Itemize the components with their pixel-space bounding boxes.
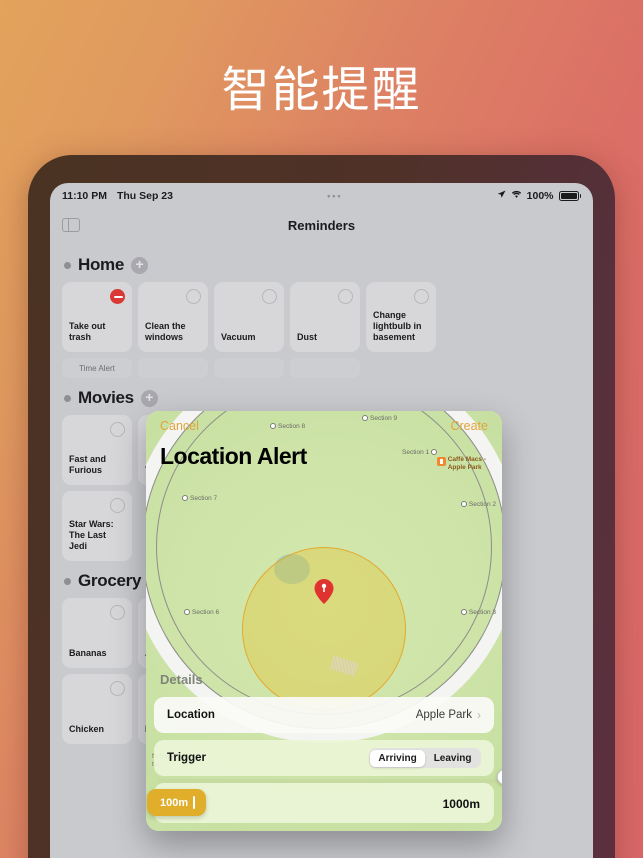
details-heading: Details xyxy=(160,672,203,687)
reminder-title: Bananas xyxy=(69,648,107,658)
reminder-card[interactable]: Star Wars: The Last Jedi xyxy=(62,491,132,561)
reminder-checkbox[interactable] xyxy=(414,289,429,304)
reminder-card[interactable]: Dust xyxy=(290,282,360,352)
page-heading: Reminders xyxy=(287,217,356,233)
reminder-title: Fast and Furious xyxy=(69,454,107,475)
page-title: 智能提醒 xyxy=(221,62,422,118)
reminder-card[interactable]: Vacuum xyxy=(214,282,284,352)
alert-button-row: Time Alert xyxy=(62,358,581,378)
status-time: 11:10 PM xyxy=(62,190,107,202)
location-label: Location xyxy=(167,709,215,721)
location-arrow-icon xyxy=(497,190,506,202)
reminder-title: Clean the windows xyxy=(145,321,186,342)
map-poi-section-2: Section 2 xyxy=(460,501,496,508)
reminder-title: Star Wars: The Last Jedi xyxy=(69,519,114,551)
add-reminder-button-home[interactable]: + xyxy=(131,256,149,274)
segment-arriving[interactable]: Arriving xyxy=(370,749,425,767)
reminder-title: Vacuum xyxy=(221,332,256,342)
location-alert-modal: Section 8 Section 9 Section 1 Section 7 … xyxy=(146,411,502,831)
cancel-button[interactable]: Cancel xyxy=(160,419,199,433)
text-caret-icon xyxy=(193,796,196,809)
reminder-card[interactable]: Chicken xyxy=(62,674,132,744)
section-dot-icon xyxy=(64,261,71,269)
map-pin-icon[interactable] xyxy=(314,579,334,605)
geofence-circle xyxy=(242,547,406,712)
status-date: Thu Sep 23 xyxy=(116,190,173,202)
location-row[interactable]: Location Apple Park › xyxy=(154,697,494,733)
time-alert-button[interactable]: Time Alert xyxy=(62,358,132,378)
reminder-checkbox[interactable] xyxy=(338,289,353,304)
reminder-title: Chicken xyxy=(69,724,105,734)
reminder-checkbox[interactable] xyxy=(110,422,125,437)
battery-percent: 100% xyxy=(526,190,554,202)
ipad-device-frame: 11:10 PM Thu Sep 23 ••• 100% Reminders H… xyxy=(28,155,615,858)
segment-leaving[interactable]: Leaving xyxy=(426,750,480,767)
reminder-card[interactable]: Bananas xyxy=(62,598,132,668)
reminder-checkbox-completed[interactable] xyxy=(110,289,125,304)
radius-min-label: 100m xyxy=(160,796,189,809)
reminder-checkbox[interactable] xyxy=(186,289,201,304)
location-alert-form: Location Apple Park › Trigger Arriving L… xyxy=(147,690,502,823)
alert-button[interactable] xyxy=(290,358,360,378)
chevron-right-icon: › xyxy=(477,708,481,722)
trigger-segmented-control[interactable]: Arriving Leaving xyxy=(368,748,481,768)
nav-bar: Reminders xyxy=(50,209,593,241)
reminder-title: Change lightbulb in basement xyxy=(373,310,422,342)
battery-icon xyxy=(558,191,581,201)
radius-slider-row[interactable]: 100m 1000m xyxy=(147,769,502,823)
reminder-card[interactable]: Change lightbulb in basement xyxy=(366,282,436,352)
reminder-checkbox[interactable] xyxy=(110,498,125,513)
create-button[interactable]: Create xyxy=(450,419,488,433)
wifi-icon xyxy=(511,190,522,202)
section-header-movies: Movies + xyxy=(64,388,581,408)
trigger-label: Trigger xyxy=(167,752,206,764)
reminder-checkbox[interactable] xyxy=(262,289,277,304)
section-dot-icon xyxy=(64,394,71,402)
modal-header: Cancel Create Location Alert xyxy=(146,411,502,470)
ipad-screen: 11:10 PM Thu Sep 23 ••• 100% Reminders H… xyxy=(50,183,593,858)
radius-min-bubble: 100m xyxy=(147,789,207,816)
reminder-checkbox[interactable] xyxy=(110,681,125,696)
map-poi-section-7: Section 7 xyxy=(182,495,217,502)
section-header-home: Home + xyxy=(64,255,581,275)
trigger-row: Trigger Arriving Leaving xyxy=(154,740,494,776)
location-value-text: Apple Park xyxy=(415,709,472,721)
map-poi-section-6: Section 6 xyxy=(184,609,219,616)
radius-slider-knob[interactable] xyxy=(497,769,502,785)
location-value: Apple Park › xyxy=(416,708,481,722)
reminder-card[interactable]: Clean the windows xyxy=(138,282,208,352)
reminder-card[interactable]: Fast and Furious xyxy=(62,415,132,485)
radius-slider-track[interactable] xyxy=(157,769,502,785)
card-row-home: Take out trash Clean the windows Vacuum … xyxy=(62,282,581,352)
reminder-title: Dust xyxy=(297,332,317,342)
section-title-movies: Movies xyxy=(78,388,134,407)
section-dot-icon xyxy=(64,577,71,585)
reminder-title: Take out trash xyxy=(69,321,106,342)
reminder-card[interactable]: Take out trash xyxy=(62,282,132,352)
status-bar: 11:10 PM Thu Sep 23 ••• 100% xyxy=(50,183,593,209)
add-reminder-button-movies[interactable]: + xyxy=(140,389,158,407)
radius-max-label: 1000m xyxy=(442,797,480,811)
modal-title: Location Alert xyxy=(160,443,307,469)
reminder-checkbox[interactable] xyxy=(110,605,125,620)
multitask-dots-icon[interactable]: ••• xyxy=(173,191,497,201)
alert-button[interactable] xyxy=(214,358,284,378)
section-title-home: Home xyxy=(78,255,125,274)
alert-button[interactable] xyxy=(138,358,208,378)
map-poi-section-3: Section 3 xyxy=(460,609,496,616)
